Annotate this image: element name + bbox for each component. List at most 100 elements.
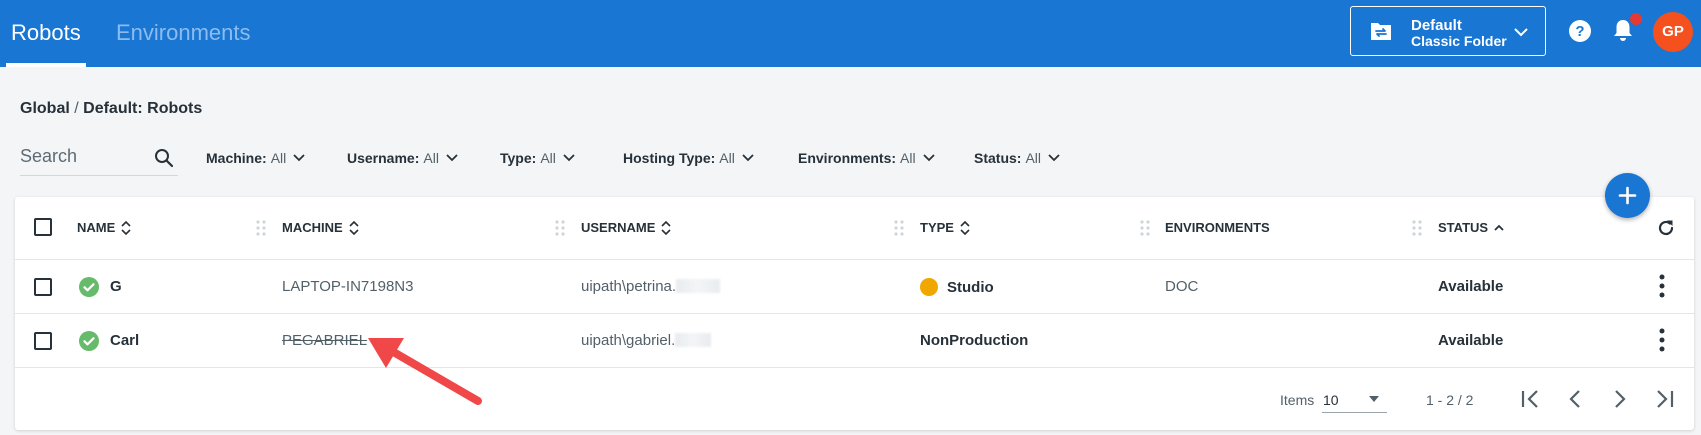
breadcrumb-separator: / <box>74 100 79 117</box>
folder-switch-icon <box>1370 21 1392 46</box>
tab-robots[interactable]: Robots <box>11 20 81 46</box>
items-per-page-value: 10 <box>1323 392 1339 408</box>
column-header-machine[interactable]: MACHINE <box>282 220 359 235</box>
sort-icon <box>349 220 359 235</box>
last-page-icon[interactable] <box>1653 387 1675 411</box>
breadcrumb: Global / Default: Robots <box>20 100 202 118</box>
items-per-page-label: Items <box>1280 392 1315 408</box>
chevron-down-icon <box>1513 24 1529 45</box>
chevron-down-icon <box>922 154 935 162</box>
drag-handle-icon[interactable] <box>555 219 565 237</box>
column-header-status[interactable]: STATUS <box>1438 220 1504 235</box>
filter-hosting-type[interactable]: Hosting Type: All <box>623 150 755 166</box>
robot-status: Available <box>1438 278 1504 295</box>
chevron-down-icon <box>1048 154 1060 162</box>
breadcrumb-current: Default: Robots <box>83 100 203 117</box>
filter-hosting-type-label: Hosting Type: <box>623 150 716 166</box>
check-circle-icon <box>79 277 99 302</box>
studio-type-icon <box>920 278 938 296</box>
next-page-icon[interactable] <box>1611 387 1629 411</box>
avatar[interactable]: GP <box>1653 12 1693 52</box>
chevron-down-icon <box>446 154 458 162</box>
help-circle-icon[interactable]: ? <box>1568 19 1592 48</box>
filter-environments-label: Environments: <box>798 150 897 166</box>
sort-ascending-icon <box>1494 224 1504 231</box>
drag-handle-icon[interactable] <box>256 219 266 237</box>
filter-username[interactable]: Username: All <box>347 150 459 166</box>
filter-status-value: All <box>1025 150 1042 166</box>
chevron-down-icon <box>563 154 575 162</box>
robot-environments: DOC <box>1165 278 1199 295</box>
kebab-menu-icon[interactable] <box>1659 274 1665 303</box>
column-header-label: NAME <box>77 220 116 235</box>
filter-status-label: Status: <box>974 150 1022 166</box>
column-header-environments[interactable]: ENVIRONMENTS <box>1165 220 1270 235</box>
check-circle-icon <box>79 331 99 356</box>
robot-name[interactable]: G <box>110 278 122 295</box>
filter-type[interactable]: Type: All <box>500 150 576 166</box>
folder-name: Default <box>1411 17 1462 34</box>
annotation-arrow-icon <box>368 338 482 405</box>
redacted-text <box>676 279 721 293</box>
column-header-label: USERNAME <box>581 220 656 235</box>
column-header-label: TYPE <box>920 220 954 235</box>
breadcrumb-root[interactable]: Global <box>20 100 70 117</box>
drag-handle-icon[interactable] <box>1412 219 1422 237</box>
refresh-icon[interactable] <box>1656 218 1676 243</box>
row-checkbox[interactable] <box>34 332 52 350</box>
search-box <box>20 140 178 176</box>
table-header: NAME MACHINE USERNAME TYPE ENVIRONMENTS … <box>15 197 1694 260</box>
sort-icon <box>661 220 671 235</box>
page-range: 1 - 2 / 2 <box>1426 392 1474 408</box>
filter-environments-value: All <box>900 150 916 166</box>
filter-hosting-type-value: All <box>719 150 735 166</box>
top-bar: Robots Environments Default Classic Fold… <box>0 0 1701 67</box>
sort-icon <box>960 220 970 235</box>
chevron-down-icon <box>742 154 754 162</box>
column-header-label: STATUS <box>1438 220 1489 235</box>
type-text: Studio <box>947 279 994 296</box>
filter-type-value: All <box>540 150 556 166</box>
username-text: uipath\petrina. <box>581 278 677 295</box>
column-header-username[interactable]: USERNAME <box>581 220 671 235</box>
table-row[interactable]: Carl PEGABRIEL uipath\gabriel. NonProduc… <box>15 314 1694 368</box>
first-page-icon[interactable] <box>1520 387 1542 411</box>
filter-machine-value: All <box>270 150 287 166</box>
active-tab-indicator <box>6 63 86 67</box>
drag-handle-icon[interactable] <box>1140 219 1150 237</box>
column-header-label: MACHINE <box>282 220 343 235</box>
robot-username: uipath\petrina. <box>581 278 721 295</box>
redacted-text <box>675 333 712 347</box>
robot-name[interactable]: Carl <box>110 332 139 349</box>
filter-machine[interactable]: Machine: All <box>206 150 306 166</box>
robot-machine: LAPTOP-IN7198N3 <box>282 278 414 295</box>
filter-environments[interactable]: Environments: All <box>798 150 936 166</box>
chevron-down-icon <box>293 154 305 162</box>
folder-selector[interactable]: Default Classic Folder <box>1350 6 1546 56</box>
robot-status: Available <box>1438 332 1504 349</box>
folder-type: Classic Folder <box>1411 33 1507 49</box>
row-checkbox[interactable] <box>34 278 52 296</box>
caret-down-icon <box>1369 396 1379 402</box>
robot-type: Studio <box>920 278 994 296</box>
tab-environments[interactable]: Environments <box>116 20 251 46</box>
column-header-name[interactable]: NAME <box>77 220 131 235</box>
table-row[interactable]: G LAPTOP-IN7198N3 uipath\petrina. Studio… <box>15 260 1694 314</box>
items-per-page-select[interactable]: 10 <box>1322 385 1387 413</box>
column-header-label: ENVIRONMENTS <box>1165 220 1270 235</box>
filter-username-label: Username: <box>347 150 420 166</box>
drag-handle-icon[interactable] <box>894 219 904 237</box>
notification-badge <box>1630 13 1642 25</box>
filter-type-label: Type: <box>500 150 537 166</box>
filter-username-value: All <box>423 150 439 166</box>
select-all-checkbox[interactable] <box>34 218 52 236</box>
username-text: uipath\gabriel. <box>581 332 676 349</box>
robot-type: NonProduction <box>920 332 1029 349</box>
previous-page-icon[interactable] <box>1566 387 1584 411</box>
add-robot-button[interactable] <box>1605 173 1650 218</box>
search-icon[interactable] <box>154 148 174 173</box>
search-input[interactable] <box>20 146 150 167</box>
filter-status[interactable]: Status: All <box>974 150 1061 166</box>
kebab-menu-icon[interactable] <box>1659 328 1665 357</box>
column-header-type[interactable]: TYPE <box>920 220 970 235</box>
